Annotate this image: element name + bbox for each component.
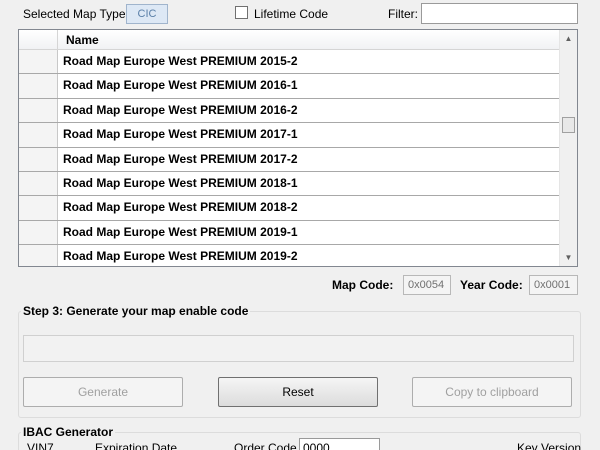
row-header-cell[interactable]	[19, 171, 58, 196]
map-type-label: Selected Map Type:	[23, 7, 129, 21]
filter-input[interactable]	[421, 3, 578, 24]
grid-header: Name	[19, 30, 560, 50]
row-header-cell[interactable]	[19, 147, 58, 171]
step3-title: Step 3: Generate your map enable code	[21, 304, 251, 318]
lifetime-label[interactable]: Lifetime Code	[254, 6, 328, 22]
year-code-field: 0x0001	[529, 275, 578, 295]
map-name-cell: Road Map Europe West PREMIUM 2015-2	[63, 54, 298, 68]
table-row[interactable]: Road Map Europe West PREMIUM 2017-1	[19, 123, 560, 148]
order-code-label: Order Code	[234, 441, 297, 450]
table-row[interactable]: Road Map Europe West PREMIUM 2017-2	[19, 147, 560, 172]
column-header-name[interactable]: Name	[66, 33, 99, 47]
map-enable-code-output	[23, 335, 574, 362]
table-row[interactable]: Road Map Europe West PREMIUM 2018-2	[19, 196, 560, 221]
key-version-label: Key Version	[517, 441, 582, 450]
row-header-cell[interactable]	[19, 123, 58, 147]
row-header-cell[interactable]	[19, 98, 58, 123]
top-row: Selected Map Type: CIC Lifetime Code Fil…	[0, 3, 600, 24]
row-header-cell[interactable]	[19, 50, 58, 74]
generate-button[interactable]: Generate	[23, 377, 183, 407]
map-name-cell: Road Map Europe West PREMIUM 2017-2	[63, 151, 298, 166]
order-code-input[interactable]	[299, 438, 380, 450]
vertical-scrollbar[interactable]: ▲ ▼	[559, 30, 577, 266]
filter-label: Filter:	[388, 7, 418, 21]
map-name-cell: Road Map Europe West PREMIUM 2018-2	[63, 200, 298, 215]
scroll-up-icon[interactable]: ▲	[560, 30, 577, 47]
row-header-cell[interactable]	[19, 196, 58, 220]
map-grid[interactable]: Name Road Map Europe West PREMIUM 2015-2…	[18, 29, 578, 267]
row-header-cell[interactable]	[19, 74, 58, 98]
scroll-down-icon[interactable]: ▼	[560, 249, 577, 266]
map-code-field: 0x0054	[403, 275, 451, 295]
row-header-cell[interactable]	[19, 220, 58, 245]
expiration-date-label: Expiration Date	[95, 441, 178, 450]
ibac-title: IBAC Generator	[21, 425, 116, 439]
row-header-cell[interactable]	[19, 245, 58, 266]
map-name-cell: Road Map Europe West PREMIUM 2019-1	[63, 224, 298, 239]
vin-label: VIN7	[27, 441, 54, 450]
map-name-cell: Road Map Europe West PREMIUM 2016-1	[63, 78, 298, 93]
row-header-corner	[19, 30, 58, 50]
table-row[interactable]: Road Map Europe West PREMIUM 2016-1	[19, 74, 560, 99]
table-row[interactable]: Road Map Europe West PREMIUM 2016-2	[19, 98, 560, 124]
map-name-cell: Road Map Europe West PREMIUM 2018-1	[63, 175, 298, 190]
table-row[interactable]: Road Map Europe West PREMIUM 2015-2	[19, 50, 560, 75]
scroll-thumb[interactable]	[562, 117, 575, 133]
lifetime-checkbox[interactable]	[235, 6, 248, 19]
table-row[interactable]: Road Map Europe West PREMIUM 2019-1	[19, 220, 560, 246]
map-code-label: Map Code:	[332, 278, 394, 292]
map-name-cell: Road Map Europe West PREMIUM 2017-1	[63, 127, 298, 142]
grid-rows: Road Map Europe West PREMIUM 2015-2 Road …	[19, 50, 560, 266]
reset-button[interactable]: Reset	[218, 377, 378, 407]
year-code-label: Year Code:	[460, 278, 523, 292]
map-type-badge: CIC	[126, 4, 168, 24]
copy-to-clipboard-button[interactable]: Copy to clipboard	[412, 377, 572, 407]
map-name-cell: Road Map Europe West PREMIUM 2019-2	[63, 249, 298, 264]
map-name-cell: Road Map Europe West PREMIUM 2016-2	[63, 102, 298, 117]
table-row[interactable]: Road Map Europe West PREMIUM 2018-1	[19, 171, 560, 197]
table-row[interactable]: Road Map Europe West PREMIUM 2019-2	[19, 245, 560, 266]
